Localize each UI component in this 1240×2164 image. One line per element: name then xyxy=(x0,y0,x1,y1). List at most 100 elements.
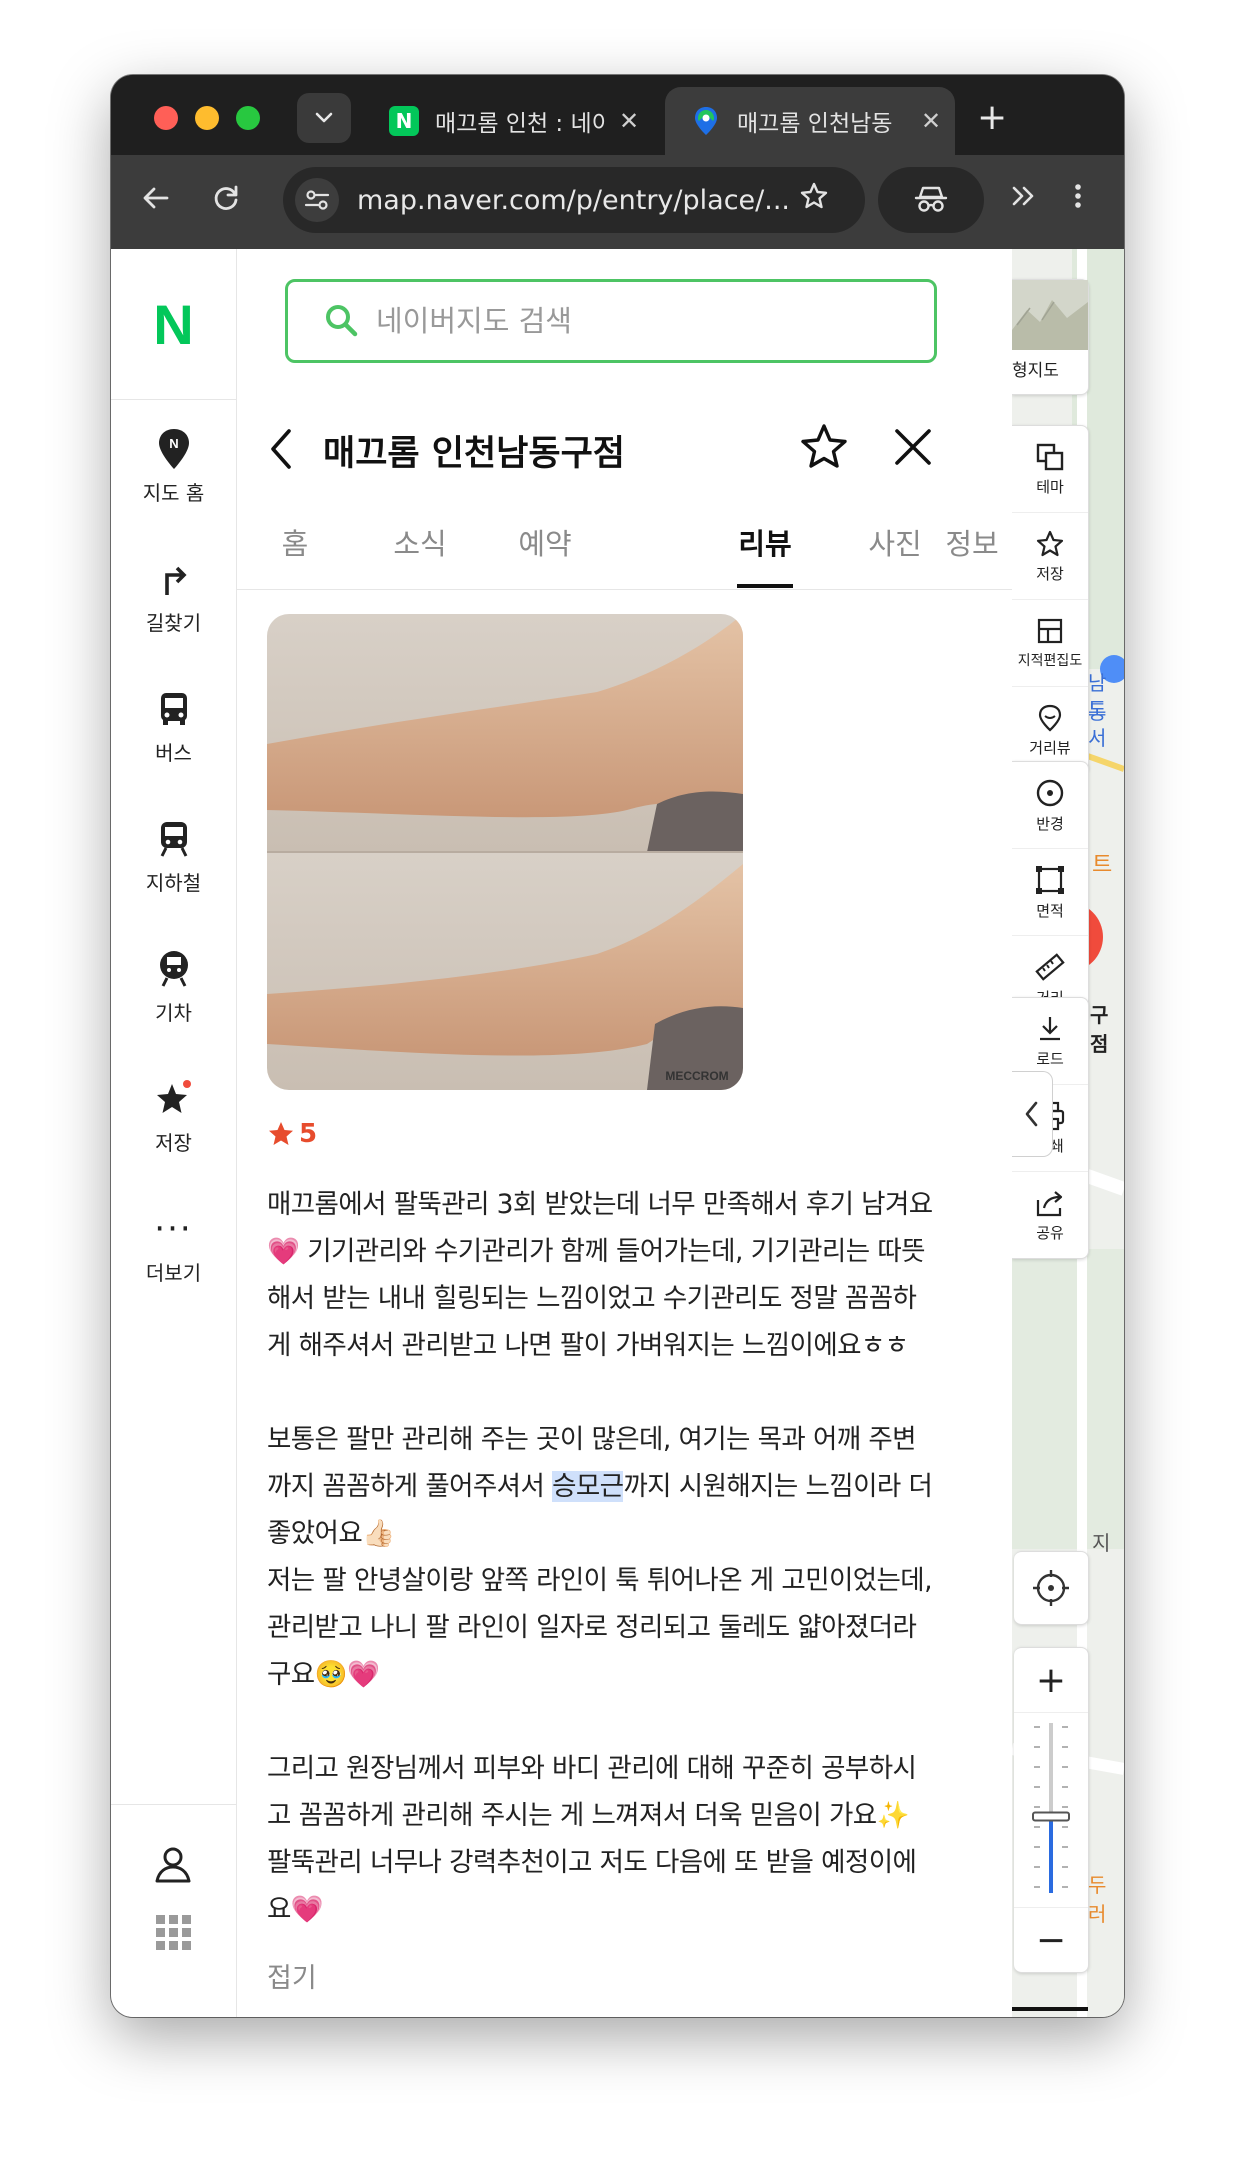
share-icon xyxy=(1036,1190,1063,1216)
double-chevron-right-icon xyxy=(1012,186,1034,206)
map-label: 트 xyxy=(1092,853,1113,878)
svg-text:N: N xyxy=(169,436,178,451)
map-pin-icon: N xyxy=(111,425,236,473)
tab-photos[interactable]: 사진 xyxy=(855,521,935,563)
nav-item-bus[interactable]: 버스 xyxy=(111,685,236,805)
review-photo[interactable]: MECCROM xyxy=(267,614,743,1090)
review-paragraph: 그리고 원장님께서 피부와 바디 관리에 대해 꾸준히 공부하시 고 꼼꼼하게 … xyxy=(267,1753,917,1925)
close-tab-icon[interactable]: ✕ xyxy=(619,107,639,135)
chevron-down-icon xyxy=(315,112,333,123)
star-outline-icon xyxy=(1036,530,1064,556)
zoom-handle[interactable] xyxy=(1032,1811,1070,1822)
zoom-slider[interactable] xyxy=(1014,1713,1088,1907)
naver-logo[interactable]: N xyxy=(111,249,236,400)
crosshair-icon xyxy=(1033,1570,1069,1606)
browser-tab[interactable]: N 매끄롬 인천 : 네이 ✕ xyxy=(363,87,653,155)
close-tab-icon[interactable]: ✕ xyxy=(921,107,941,135)
bookmark-star-icon[interactable] xyxy=(799,181,829,219)
save-map-button[interactable]: 저장 xyxy=(1012,513,1088,600)
kebab-menu-icon xyxy=(1075,184,1081,208)
zoom-in-button[interactable]: + xyxy=(1014,1648,1088,1713)
maximize-window-button[interactable] xyxy=(236,106,260,130)
incognito-button[interactable] xyxy=(878,167,984,233)
left-nav-bottom xyxy=(111,1804,236,2017)
tab-info[interactable]: 정보 xyxy=(932,521,1012,563)
radius-icon xyxy=(1036,779,1064,806)
place-panel: 매끄롬 인천남동구점 홈 소식 예약 리뷰 사진 정보 xyxy=(237,249,1012,2017)
radius-button[interactable]: 반경 xyxy=(1012,762,1088,849)
minimize-window-button[interactable] xyxy=(195,106,219,130)
rating-value: 5 xyxy=(299,1119,318,1149)
back-button[interactable] xyxy=(267,427,295,475)
share-button[interactable]: 공유 xyxy=(1012,1172,1088,1258)
reload-button[interactable] xyxy=(211,183,241,221)
map-label: 도서 xyxy=(1088,697,1107,750)
close-panel-button[interactable] xyxy=(893,427,933,471)
incognito-icon xyxy=(914,186,948,212)
more-dots-icon: ··· xyxy=(154,1209,193,1249)
map-search-box[interactable] xyxy=(285,279,937,363)
back-button[interactable] xyxy=(141,183,171,221)
tab-booking[interactable]: 예약 xyxy=(505,521,585,563)
zoom-out-button[interactable]: − xyxy=(1014,1907,1088,1972)
address-bar[interactable]: map.naver.com/p/entry/place/... xyxy=(283,167,865,233)
nav-item-label: 길찾기 xyxy=(145,611,202,635)
nav-item-label: 기차 xyxy=(155,1001,192,1025)
map-tools-group-2: 반경 면적 거리 xyxy=(1012,761,1089,1023)
nav-item-saved[interactable]: 저장 xyxy=(111,1075,236,1195)
theme-button[interactable]: 테마 xyxy=(1012,426,1088,513)
naver-n-icon: N xyxy=(389,106,419,136)
area-button[interactable]: 면적 xyxy=(1012,849,1088,936)
apps-grid-icon[interactable] xyxy=(154,1913,194,1957)
left-nav: N N 지도 홈 길찾기 버스 지하철 기차 저장 ··· 더보기 xyxy=(111,249,237,2017)
browser-menu-button[interactable] xyxy=(1073,181,1083,219)
terrain-label: 형지도 xyxy=(1012,361,1059,381)
tab-home[interactable]: 홈 xyxy=(255,521,335,563)
subway-icon xyxy=(111,815,236,863)
nav-item-label: 지하철 xyxy=(145,871,202,895)
naver-map-pin-icon xyxy=(691,106,721,136)
naver-n-logo-icon: N xyxy=(153,292,194,356)
close-window-button[interactable] xyxy=(154,106,178,130)
chevron-left-icon xyxy=(271,429,291,469)
collapse-panel-button[interactable] xyxy=(1012,1071,1053,1157)
current-location-button[interactable] xyxy=(1014,1551,1089,1625)
reload-icon xyxy=(214,185,238,210)
nav-item-directions[interactable]: 길찾기 xyxy=(111,555,236,675)
terrain-thumbnail-icon xyxy=(1012,280,1088,350)
review-body: 매끄롬에서 팔뚝관리 3회 받았는데 너무 만족해서 후기 남겨요 💗 기기관리… xyxy=(267,1181,977,1933)
nav-item-train[interactable]: 기차 xyxy=(111,945,236,1065)
tab-bar: N 매끄롬 인천 : 네이 ✕ 매끄롬 인천남동 ✕ + xyxy=(111,75,1124,155)
site-settings-icon[interactable] xyxy=(295,178,339,222)
page-content: N N 지도 홈 길찾기 버스 지하철 기차 저장 ··· 더보기 네이버지도 … xyxy=(111,249,1124,2017)
nav-item-label: 더보기 xyxy=(145,1261,202,1285)
nav-item-label: 지도 홈 xyxy=(142,481,205,505)
save-place-button[interactable] xyxy=(799,423,849,475)
browser-tab-active[interactable]: 매끄롬 인천남동 ✕ xyxy=(665,87,955,155)
new-tab-button[interactable]: + xyxy=(977,97,1007,138)
terrain-map-toggle[interactable]: 형지도 xyxy=(1012,279,1089,395)
map-tools-group-1: 테마 저장 지적편집도 거리뷰 xyxy=(1012,425,1089,774)
cadastral-map-button[interactable]: 지적편집도 xyxy=(1012,600,1088,687)
nav-item-label: 버스 xyxy=(155,741,192,765)
url-text: map.naver.com/p/entry/place/... xyxy=(357,184,787,216)
fold-review-button[interactable]: 접기 xyxy=(267,1956,317,1995)
user-profile-icon[interactable] xyxy=(151,1845,195,1889)
street-view-pin-icon xyxy=(1038,704,1062,731)
back-arrow-icon xyxy=(143,187,169,209)
search-input[interactable] xyxy=(374,303,878,339)
nav-item-subway[interactable]: 지하철 xyxy=(111,815,236,935)
nav-item-more[interactable]: ··· 더보기 xyxy=(111,1205,236,1325)
area-icon xyxy=(1036,865,1064,894)
tab-news[interactable]: 소식 xyxy=(380,521,460,563)
watermark-text: MECCROM xyxy=(665,1069,728,1083)
download-icon xyxy=(1040,1016,1060,1040)
active-tab-indicator xyxy=(737,584,793,588)
chevron-left-icon xyxy=(1025,1101,1038,1127)
browser-window: N 매끄롬 인천 : 네이 ✕ 매끄롬 인천남동 ✕ + map.naver.c… xyxy=(111,75,1124,2017)
tab-reviews[interactable]: 리뷰 xyxy=(725,521,805,563)
nav-item-map-home[interactable]: N 지도 홈 xyxy=(111,425,236,545)
search-icon xyxy=(326,305,358,337)
extensions-overflow-button[interactable] xyxy=(1009,181,1039,219)
tab-search-button[interactable] xyxy=(297,93,351,143)
